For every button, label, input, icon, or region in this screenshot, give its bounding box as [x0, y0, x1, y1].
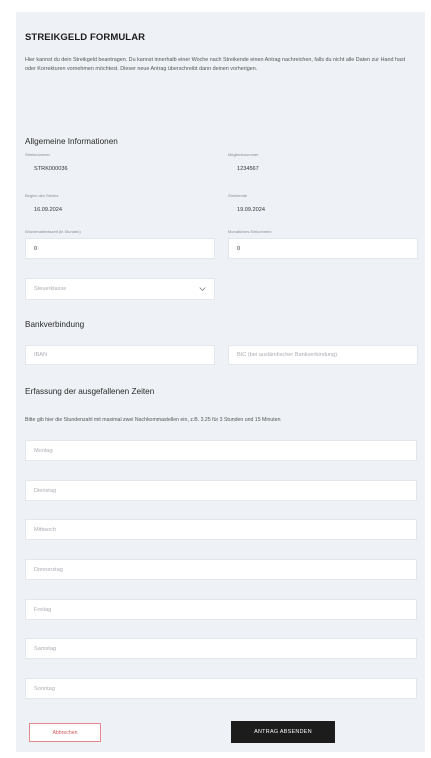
- day-input-mittwoch[interactable]: Mittwoch: [25, 519, 417, 540]
- times-heading: Erfassung der ausgefallenen Zeiten: [25, 387, 155, 396]
- weekly-hours-label: Wochenarbeitszeit (in Stunden): [25, 229, 81, 234]
- weekly-hours-input[interactable]: 0: [25, 238, 215, 259]
- day-input-samstag[interactable]: Samstag: [25, 638, 417, 659]
- iban-input[interactable]: IBAN: [25, 345, 215, 365]
- submit-button[interactable]: ANTRAG ABSENDEN: [231, 721, 335, 743]
- day-input-sonntag[interactable]: Sonntag: [25, 678, 417, 699]
- times-hint: Bitte gib hier die Stundenzahl mit maxim…: [25, 417, 281, 423]
- monthly-income-input[interactable]: 0: [228, 238, 418, 259]
- member-id-field: 1234567: [228, 160, 418, 178]
- general-info-heading: Allgemeine Informationen: [25, 137, 118, 146]
- end-date-field: 19.09.2024: [228, 201, 418, 219]
- streik-id-label: Streiknummer: [25, 152, 50, 157]
- member-id-label: Mitgliedsnummer: [228, 152, 259, 157]
- monthly-income-label: Monatliches Einkommen: [228, 229, 272, 234]
- day-input-montag[interactable]: Montag: [25, 440, 417, 461]
- start-date-field: 16.09.2024: [25, 201, 215, 219]
- streik-id-field: STRK000036: [25, 160, 215, 178]
- form-title: STREIKGELD FORMULAR: [25, 32, 146, 43]
- form-intro: Hier kannst du dein Streikgeld beantrage…: [25, 57, 406, 72]
- cancel-button[interactable]: Abbrechen: [29, 723, 101, 742]
- start-date-label: Beginn des Streiks: [25, 193, 59, 198]
- bic-input[interactable]: BIC (bei ausländischer Bankverbindung): [228, 345, 418, 365]
- tax-class-select[interactable]: Steuerklasse: [25, 278, 215, 300]
- bank-heading: Bankverbindung: [25, 320, 85, 329]
- end-date-label: Streikende: [228, 193, 248, 198]
- strike-pay-form: STREIKGELD FORMULAR Hier kannst du dein …: [16, 12, 425, 752]
- day-input-donnerstag[interactable]: Donnerstag: [25, 559, 417, 580]
- day-input-dienstag[interactable]: Dienstag: [25, 480, 417, 501]
- tax-class-placeholder: Steuerklasse: [34, 286, 67, 292]
- chevron-down-icon: [199, 287, 206, 291]
- day-input-freitag[interactable]: Freitag: [25, 599, 417, 620]
